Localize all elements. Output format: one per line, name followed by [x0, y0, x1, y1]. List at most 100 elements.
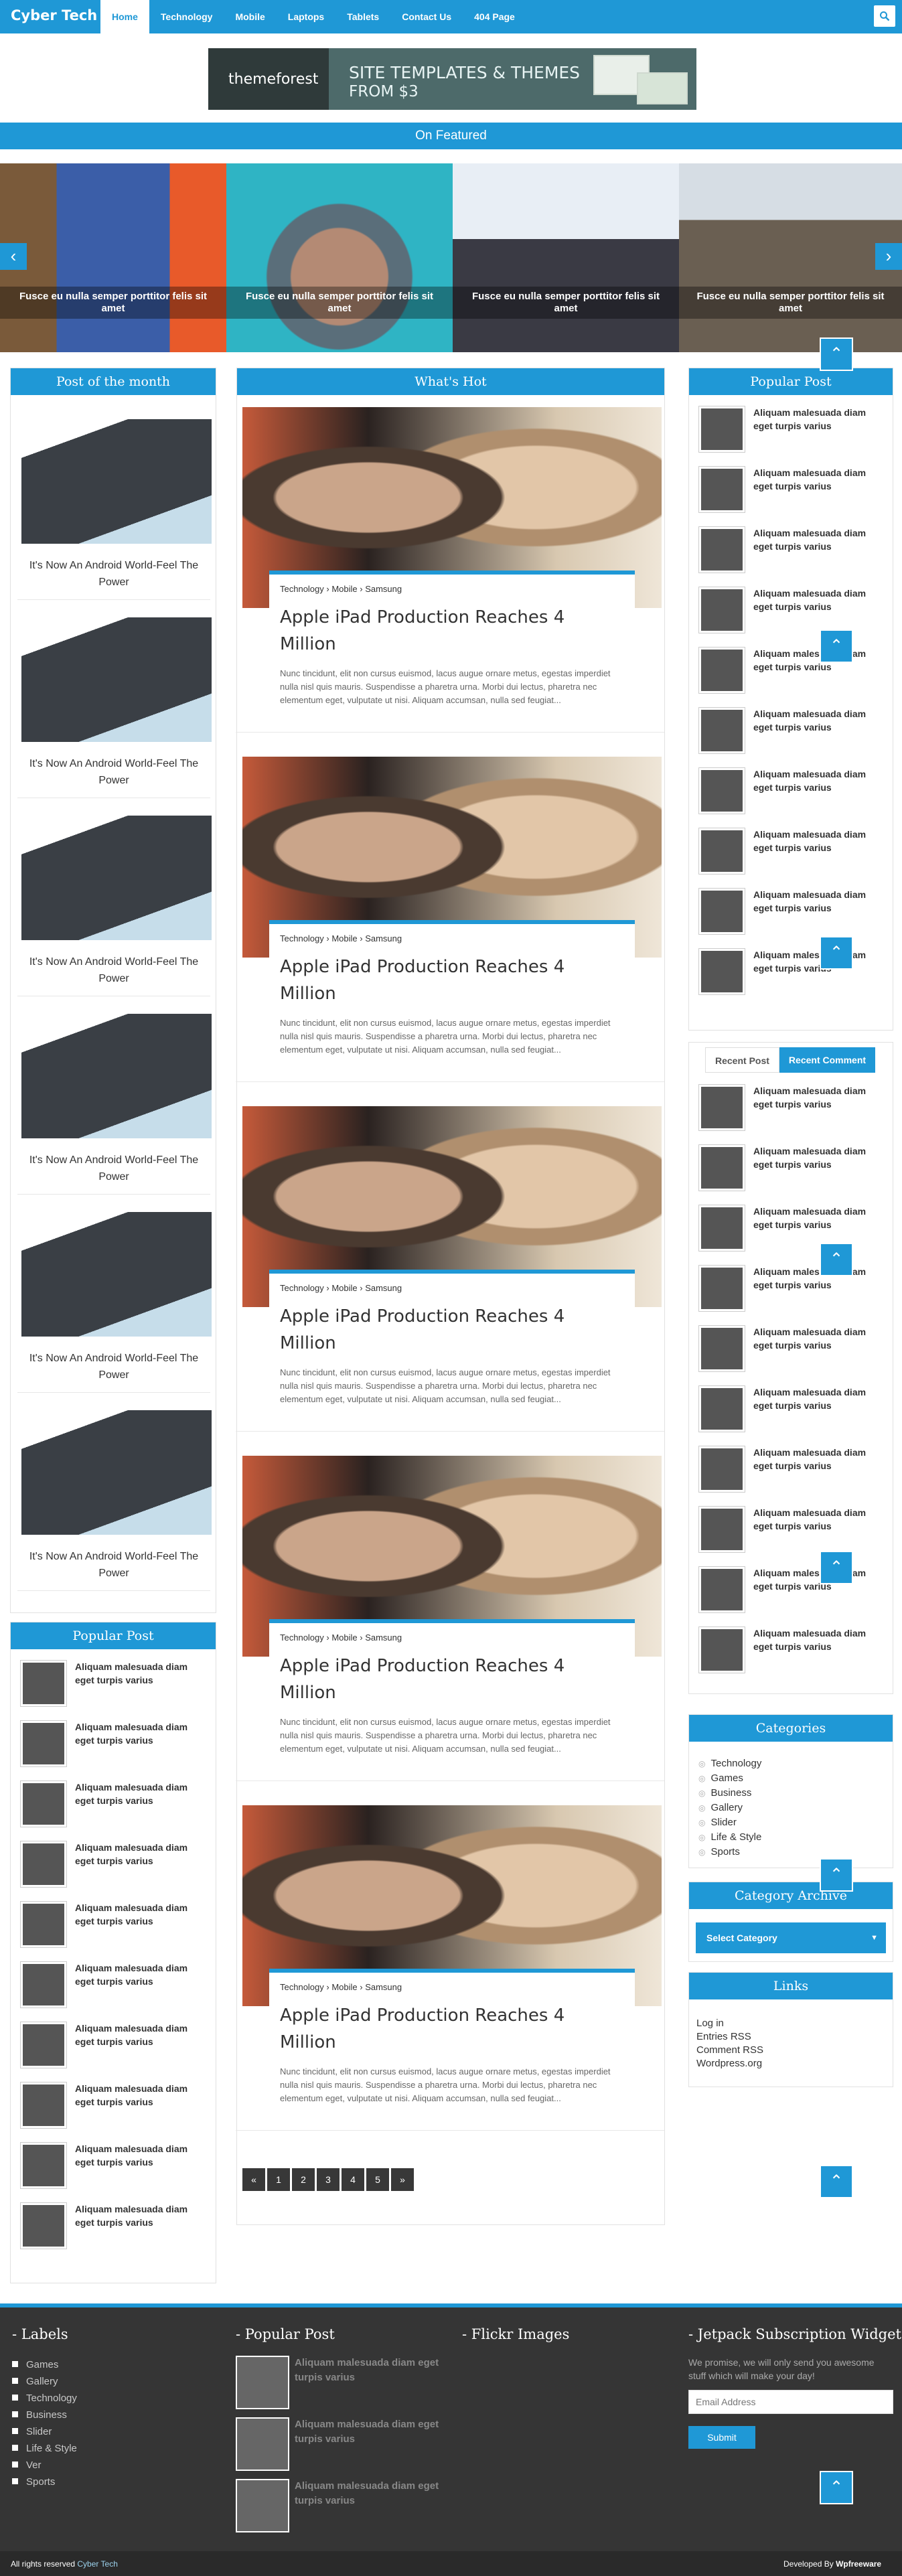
- slide-1[interactable]: Fusce eu nulla semper porttitor felis si…: [0, 163, 226, 352]
- potm-title[interactable]: It's Now An Android World-Feel The Power: [17, 1152, 210, 1185]
- category-select[interactable]: Select Category ▼: [696, 1922, 886, 1953]
- tag-link[interactable]: Technology: [280, 933, 324, 943]
- post-thumbnail[interactable]: [698, 1446, 745, 1493]
- footer-label-link[interactable]: Gallery: [12, 2374, 58, 2389]
- tag-link[interactable]: Technology: [280, 1633, 324, 1643]
- themeforest-banner-ad[interactable]: themeforest SITE TEMPLATES & THEMES FROM…: [208, 48, 696, 110]
- tag-link[interactable]: Mobile: [331, 584, 357, 594]
- post-title[interactable]: Aliquam malesuada diam eget turpis variu…: [75, 2082, 209, 2109]
- post-title[interactable]: Apple iPad Production Reaches 4 Million: [280, 604, 615, 658]
- post-thumbnail[interactable]: [698, 1144, 745, 1191]
- post-title[interactable]: Aliquam malesuada diam eget turpis variu…: [753, 1626, 887, 1653]
- post-thumbnail[interactable]: [20, 2202, 67, 2249]
- post-thumbnail[interactable]: [236, 2479, 289, 2532]
- post-title[interactable]: Aliquam malesuada diam eget turpis variu…: [75, 1781, 209, 1807]
- category-link[interactable]: Sports: [698, 1845, 739, 1860]
- tag-link[interactable]: Mobile: [331, 1283, 357, 1293]
- post-thumbnail[interactable]: [698, 1325, 745, 1372]
- post-title[interactable]: Aliquam malesuada diam eget turpis variu…: [75, 1841, 209, 1868]
- post-title[interactable]: Aliquam malesuada diam eget turpis variu…: [295, 2417, 449, 2447]
- post-thumbnail[interactable]: [236, 2356, 289, 2409]
- category-link[interactable]: Slider: [698, 1815, 736, 1830]
- potm-item[interactable]: It's Now An Android World-Feel The Power: [17, 1397, 212, 1591]
- tag-link[interactable]: Samsung: [365, 1283, 402, 1293]
- post-title[interactable]: Aliquam malesuada diam eget turpis variu…: [753, 1385, 887, 1412]
- nav-mobile[interactable]: Mobile: [224, 0, 276, 33]
- post-thumbnail[interactable]: [20, 1781, 67, 1827]
- post-thumbnail[interactable]: [698, 1626, 745, 1673]
- post-title[interactable]: Aliquam malesuada diam eget turpis variu…: [753, 1084, 887, 1111]
- post-title[interactable]: Aliquam malesuada diam eget turpis variu…: [753, 767, 887, 794]
- back-to-top-button[interactable]: ⌃: [820, 1551, 853, 1584]
- footer-label-link[interactable]: Games: [12, 2358, 58, 2372]
- potm-item[interactable]: It's Now An Android World-Feel The Power: [17, 802, 212, 996]
- slider-next-button[interactable]: ›: [875, 243, 902, 270]
- potm-item[interactable]: It's Now An Android World-Feel The Power: [17, 1199, 212, 1393]
- post-title[interactable]: Aliquam malesuada diam eget turpis variu…: [75, 1660, 209, 1687]
- post-thumbnail[interactable]: [698, 828, 745, 875]
- post-thumbnail[interactable]: [698, 1265, 745, 1312]
- category-link[interactable]: Gallery: [698, 1801, 743, 1815]
- potm-thumbnail[interactable]: [21, 1212, 212, 1337]
- footer-label-link[interactable]: Technology: [12, 2391, 77, 2406]
- footer-label-link[interactable]: Business: [12, 2408, 67, 2423]
- back-to-top-button[interactable]: ⌃: [820, 936, 853, 970]
- submit-button[interactable]: Submit: [688, 2426, 755, 2449]
- post-thumbnail[interactable]: [698, 1506, 745, 1553]
- potm-item[interactable]: It's Now An Android World-Feel The Power: [17, 1000, 212, 1195]
- nav-tablets[interactable]: Tablets: [335, 0, 390, 33]
- footer-label-link[interactable]: Life & Style: [12, 2441, 77, 2456]
- tag-link[interactable]: Samsung: [365, 1982, 402, 1992]
- post-thumbnail[interactable]: [698, 587, 745, 633]
- link-comment-rss[interactable]: Comment RSS: [696, 2044, 763, 2056]
- post-thumbnail[interactable]: [698, 406, 745, 453]
- post-title[interactable]: Apple iPad Production Reaches 4 Million: [280, 2002, 615, 2056]
- slide-caption[interactable]: Fusce eu nulla semper porttitor felis si…: [679, 287, 902, 319]
- post-thumbnail[interactable]: [698, 1385, 745, 1432]
- tag-link[interactable]: Technology: [280, 1283, 324, 1293]
- potm-thumbnail[interactable]: [21, 1014, 212, 1138]
- link-wordpress-org[interactable]: Wordpress.org: [696, 2058, 762, 2069]
- post-thumbnail[interactable]: [20, 2022, 67, 2068]
- pager-page[interactable]: 3: [317, 2168, 340, 2191]
- post-title[interactable]: Aliquam malesuada diam eget turpis variu…: [295, 2479, 449, 2508]
- pager-page[interactable]: 2: [292, 2168, 315, 2191]
- post-thumbnail[interactable]: [698, 767, 745, 814]
- post-thumbnail[interactable]: [698, 647, 745, 694]
- potm-thumbnail[interactable]: [21, 816, 212, 940]
- pager-prev[interactable]: «: [242, 2168, 265, 2191]
- post-title[interactable]: Aliquam malesuada diam eget turpis variu…: [753, 587, 887, 613]
- back-to-top-button[interactable]: ⌃: [820, 1243, 853, 1276]
- potm-title[interactable]: It's Now An Android World-Feel The Power: [17, 1548, 210, 1582]
- post-thumbnail[interactable]: [698, 1205, 745, 1252]
- category-link[interactable]: Life & Style: [698, 1830, 761, 1845]
- post-thumbnail[interactable]: [698, 948, 745, 995]
- post-thumbnail[interactable]: [20, 1660, 67, 1707]
- search-button[interactable]: [874, 5, 895, 27]
- post-title[interactable]: Aliquam malesuada diam eget turpis variu…: [753, 406, 887, 433]
- post-title[interactable]: Aliquam malesuada diam eget turpis variu…: [75, 1901, 209, 1928]
- category-link[interactable]: Technology: [698, 1756, 761, 1771]
- post-title[interactable]: Aliquam malesuada diam eget turpis variu…: [753, 1144, 887, 1171]
- tag-link[interactable]: Mobile: [331, 1982, 357, 1992]
- tab-recent-post[interactable]: Recent Post: [705, 1047, 779, 1073]
- tag-link[interactable]: Samsung: [365, 933, 402, 943]
- category-link[interactable]: Games: [698, 1771, 743, 1786]
- tag-link[interactable]: Mobile: [331, 1633, 357, 1643]
- post-title[interactable]: Apple iPad Production Reaches 4 Million: [280, 954, 615, 1007]
- post-thumbnail[interactable]: [698, 1566, 745, 1613]
- link-log-in[interactable]: Log in: [696, 2018, 724, 2029]
- post-title[interactable]: Aliquam malesuada diam eget turpis variu…: [753, 526, 887, 553]
- post-thumbnail[interactable]: [698, 707, 745, 754]
- potm-title[interactable]: It's Now An Android World-Feel The Power: [17, 755, 210, 789]
- tag-link[interactable]: Samsung: [365, 1633, 402, 1643]
- post-thumbnail[interactable]: [698, 466, 745, 513]
- post-title[interactable]: Aliquam malesuada diam eget turpis variu…: [753, 1325, 887, 1352]
- slide-caption[interactable]: Fusce eu nulla semper porttitor felis si…: [0, 287, 226, 319]
- footer-label-link[interactable]: Sports: [12, 2475, 55, 2490]
- post-title[interactable]: Aliquam malesuada diam eget turpis variu…: [753, 1205, 887, 1231]
- nav-contact-us[interactable]: Contact Us: [390, 0, 463, 33]
- post-thumbnail[interactable]: [20, 1961, 67, 2008]
- tag-link[interactable]: Technology: [280, 584, 324, 594]
- tag-link[interactable]: Technology: [280, 1982, 324, 1992]
